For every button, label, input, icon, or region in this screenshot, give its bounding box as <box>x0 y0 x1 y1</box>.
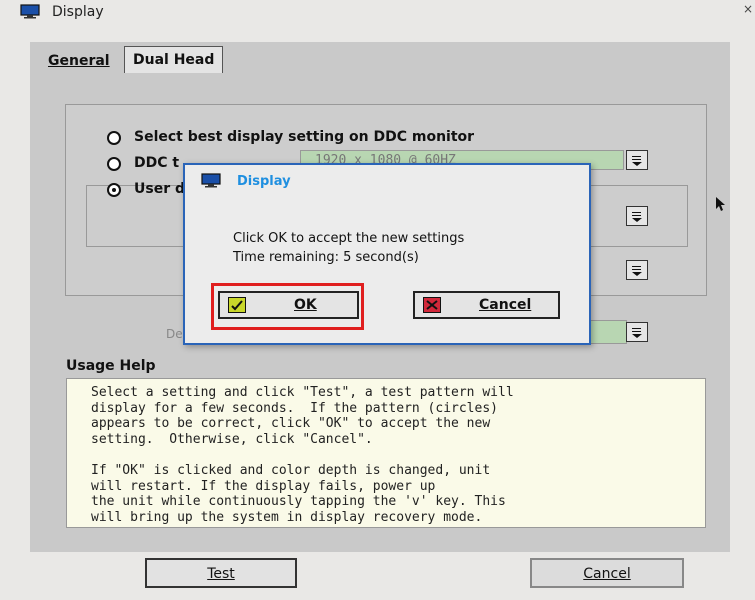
tab-dual-head[interactable]: Dual Head <box>124 46 224 73</box>
radio-ddc-table[interactable] <box>107 157 121 171</box>
dialog-cancel-button[interactable]: Cancel <box>413 291 560 319</box>
checkmark-icon <box>228 297 246 313</box>
cancel-button-label: Cancel <box>583 566 631 582</box>
usage-help-paragraph-2: If "OK" is clicked and color depth is ch… <box>91 463 506 525</box>
monitor-icon <box>20 4 40 19</box>
dialog-message: Click OK to accept the new settings <box>233 231 465 246</box>
monitor-icon <box>201 173 221 188</box>
depth-dropdown-button[interactable] <box>626 322 648 342</box>
dialog-title: Display <box>237 174 291 189</box>
cancel-x-icon <box>423 297 441 313</box>
close-icon[interactable]: × <box>743 2 753 16</box>
depth-label: De <box>166 327 183 341</box>
user-setting-dropdown-button-1[interactable] <box>626 206 648 226</box>
cancel-button[interactable]: Cancel <box>530 558 684 588</box>
radio-best-ddc-label[interactable]: Select best display setting on DDC monit… <box>134 129 474 145</box>
usage-help-label: Usage Help <box>66 358 156 374</box>
ddc-resolution-dropdown-button[interactable] <box>626 150 648 170</box>
dialog-time-remaining: Time remaining: 5 second(s) <box>233 250 419 265</box>
radio-user-defined[interactable] <box>107 183 121 197</box>
depth-select[interactable] <box>585 320 627 344</box>
window-title: Display <box>52 4 104 20</box>
radio-best-ddc[interactable] <box>107 131 121 145</box>
radio-user-defined-label[interactable]: User d <box>134 181 185 197</box>
tab-general[interactable]: General <box>40 48 118 74</box>
tab-dual-head-label: Dual Head <box>133 52 215 68</box>
mouse-cursor-icon <box>716 197 725 211</box>
test-button-label: Test <box>207 566 235 582</box>
usage-help-paragraph-1: Select a setting and click "Test", a tes… <box>91 385 514 447</box>
test-button[interactable]: Test <box>145 558 297 588</box>
user-setting-dropdown-button-2[interactable] <box>626 260 648 280</box>
tab-general-label: General <box>48 53 110 69</box>
dialog-ok-label: OK <box>294 297 317 313</box>
radio-ddc-table-label[interactable]: DDC t <box>134 155 179 171</box>
dialog-cancel-label: Cancel <box>479 297 532 313</box>
window-titlebar: Display × <box>0 0 755 28</box>
usage-help-text: Select a setting and click "Test", a tes… <box>66 378 706 528</box>
dialog-ok-button[interactable]: OK <box>218 291 359 319</box>
